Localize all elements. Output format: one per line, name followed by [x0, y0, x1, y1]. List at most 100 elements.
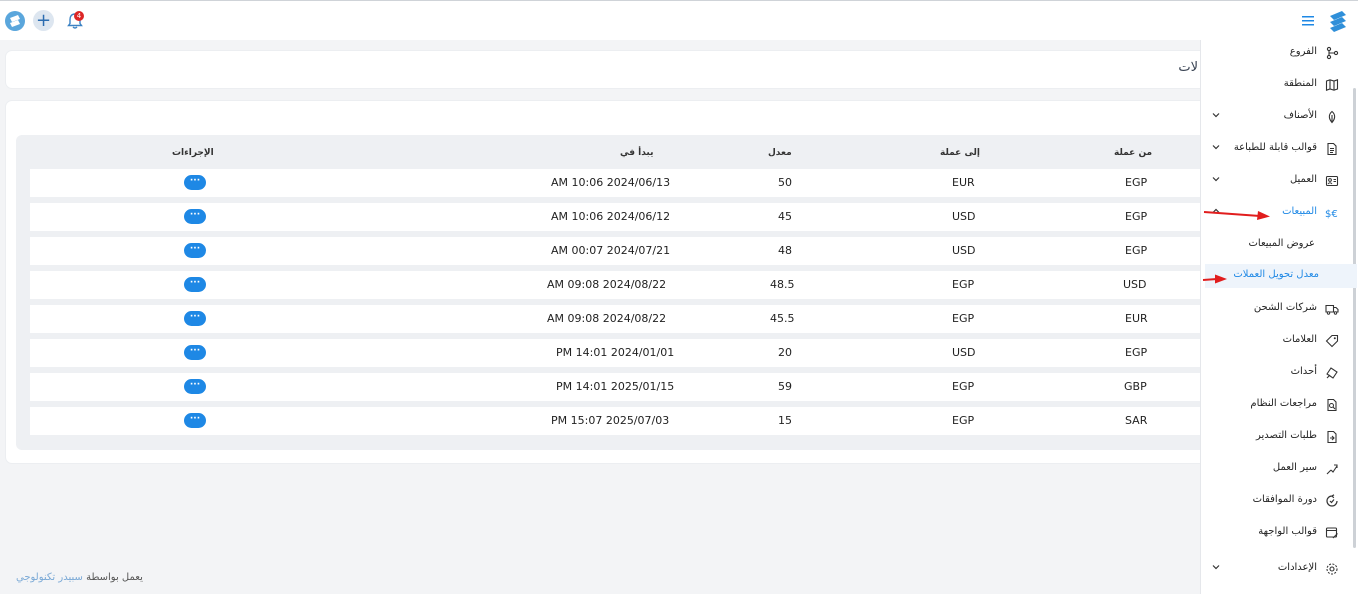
sidebar-item-categories[interactable]: الأصناف: [1201, 105, 1351, 129]
template-icon: [1325, 527, 1338, 539]
row-actions-button[interactable]: ···: [184, 345, 206, 360]
cell-starts: AM 10:06 2024/06/13: [551, 176, 671, 189]
table-row: EGP USD 45 AM 10:06 2024/06/12 ···: [30, 203, 1206, 231]
sidebar-item-shipping[interactable]: شركات الشحن: [1201, 297, 1351, 321]
cell-starts: AM 09:08 2024/08/22: [547, 278, 667, 291]
sidebar-subitem-sales-offers[interactable]: عروض المبيعات: [1201, 233, 1351, 257]
row-actions-button[interactable]: ···: [184, 209, 206, 224]
app-logo-icon[interactable]: [4, 10, 26, 32]
cell-to: USD: [952, 346, 976, 359]
sidebar-item-label: دورة الموافقات: [1252, 494, 1317, 505]
currency-icon: $€: [1325, 209, 1338, 220]
sidebar-item-ui-templates[interactable]: قوالب الواجهة: [1201, 521, 1351, 545]
svg-text:$€: $€: [1325, 209, 1338, 220]
sidebar-item-label: قوالب الواجهة: [1258, 526, 1317, 537]
sidebar-item-export-requests[interactable]: طلبات التصدير: [1201, 425, 1351, 449]
add-button[interactable]: +: [33, 10, 54, 31]
sidebar-item-branches[interactable]: الفروع: [1201, 41, 1351, 65]
chevron-down-icon[interactable]: [1211, 174, 1221, 184]
cell-rate: 48.5: [770, 278, 795, 291]
sidebar-item-label: أحداث: [1290, 366, 1317, 377]
branch-icon: [1326, 46, 1339, 60]
cell-to: EGP: [952, 414, 975, 427]
sidebar-item-label: العميل: [1289, 174, 1317, 185]
cell-starts: AM 00:07 2024/07/21: [551, 244, 671, 257]
sidebar-item-workflow[interactable]: سير العمل: [1201, 457, 1351, 481]
chevron-down-icon[interactable]: [1211, 142, 1221, 152]
audit-icon: [1327, 398, 1337, 412]
top-bar: + 4: [0, 0, 1358, 40]
sidebar-subitem-label: عروض المبيعات: [1248, 238, 1315, 249]
page-header-card: لات: [6, 51, 1206, 88]
cell-to: EGP: [952, 380, 975, 393]
sidebar-item-label: قوالب قابلة للطباعة: [1233, 142, 1317, 153]
content-card: من عملة إلى عملة معدل يبدأ في الإجراءات …: [6, 101, 1206, 463]
annotation-arrow-sales: [1203, 211, 1270, 220]
table-row: USD EGP 48.5 AM 09:08 2024/08/22 ···: [30, 271, 1206, 299]
cell-starts: PM 15:07 2025/07/03: [551, 414, 670, 427]
table-row: SAR EGP 15 PM 15:07 2025/07/03 ···: [30, 407, 1206, 435]
sidebar-item-customer[interactable]: العميل: [1201, 169, 1351, 193]
tag-icon: [1325, 334, 1339, 348]
table-row: EUR EGP 45.5 AM 09:08 2024/08/22 ···: [30, 305, 1206, 333]
cell-from: EUR: [1125, 312, 1148, 325]
brand-logo-icon[interactable]: [1326, 9, 1350, 33]
customer-icon: [1325, 175, 1339, 187]
row-actions-button[interactable]: ···: [184, 277, 206, 292]
cell-from: EGP: [1125, 244, 1148, 257]
footer-credit: يعمل بواسطة سبيدر تكنولوجي: [16, 572, 143, 583]
map-icon: [1325, 79, 1339, 91]
cell-starts: AM 09:08 2024/08/22: [547, 312, 667, 325]
cell-from: EGP: [1125, 346, 1148, 359]
chevron-down-icon[interactable]: [1211, 562, 1221, 572]
table-row: EGP USD 48 AM 00:07 2024/07/21 ···: [30, 237, 1206, 265]
sidebar-item-audits[interactable]: مراجعات النظام: [1201, 393, 1351, 417]
row-actions-button[interactable]: ···: [184, 175, 206, 190]
sidebar-scrollbar[interactable]: [1353, 88, 1356, 548]
sidebar-item-settings[interactable]: الإعدادات: [1201, 557, 1351, 581]
sidebar-item-label: سير العمل: [1272, 462, 1317, 473]
page-title: لات: [1178, 60, 1198, 75]
cell-from: SAR: [1125, 414, 1148, 427]
cell-rate: 50: [778, 176, 792, 189]
row-actions-button[interactable]: ···: [184, 243, 206, 258]
cell-from: GBP: [1124, 380, 1147, 393]
workflow-icon: [1326, 464, 1338, 475]
cell-starts: PM 14:01 2025/01/15: [556, 380, 675, 393]
sidebar-item-label: الإعدادات: [1277, 562, 1317, 573]
sidebar: الفروع المنطقة الأصناف قوالب قابلة للطبا…: [1200, 40, 1358, 594]
export-icon: [1327, 430, 1337, 444]
cell-rate: 48: [778, 244, 792, 257]
cell-to: EUR: [952, 176, 975, 189]
table-row: GBP EGP 59 PM 14:01 2025/01/15 ···: [30, 373, 1206, 401]
menu-toggle-icon[interactable]: [1300, 12, 1318, 30]
cell-starts: PM 14:01 2024/01/01: [556, 346, 675, 359]
sidebar-item-label: الأصناف: [1283, 110, 1317, 121]
row-actions-button[interactable]: ···: [184, 379, 206, 394]
cell-to: USD: [952, 210, 976, 223]
sidebar-item-approval-cycle[interactable]: دورة الموافقات: [1201, 489, 1351, 513]
cell-from: USD: [1123, 278, 1147, 291]
column-header-rate: معدل: [768, 148, 792, 158]
currency-rates-table: من عملة إلى عملة معدل يبدأ في الإجراءات …: [16, 135, 1206, 450]
sidebar-item-label: المنطقة: [1283, 78, 1317, 89]
gear-icon: [1326, 563, 1338, 575]
cell-to: USD: [952, 244, 976, 257]
footer-company-link[interactable]: سبيدر تكنولوجي: [16, 572, 83, 583]
cell-from: EGP: [1125, 210, 1148, 223]
row-actions-button[interactable]: ···: [184, 311, 206, 326]
row-actions-button[interactable]: ···: [184, 413, 206, 428]
sidebar-item-events[interactable]: أحداث: [1201, 361, 1351, 385]
cell-rate: 59: [778, 380, 792, 393]
sidebar-item-tags[interactable]: العلامات: [1201, 329, 1351, 353]
sidebar-item-region[interactable]: المنطقة: [1201, 73, 1351, 97]
chevron-down-icon[interactable]: [1211, 110, 1221, 120]
column-header-to: إلى عملة: [940, 148, 981, 158]
table-row: EGP EUR 50 AM 10:06 2024/06/13 ···: [30, 169, 1206, 197]
sidebar-item-print-templates[interactable]: قوالب قابلة للطباعة: [1201, 137, 1351, 161]
cell-from: EGP: [1125, 176, 1148, 189]
leaf-icon: [1328, 110, 1336, 124]
event-icon: [1326, 367, 1338, 379]
column-header-starts: يبدأ في: [620, 148, 654, 158]
sidebar-item-label: طلبات التصدير: [1256, 430, 1317, 441]
